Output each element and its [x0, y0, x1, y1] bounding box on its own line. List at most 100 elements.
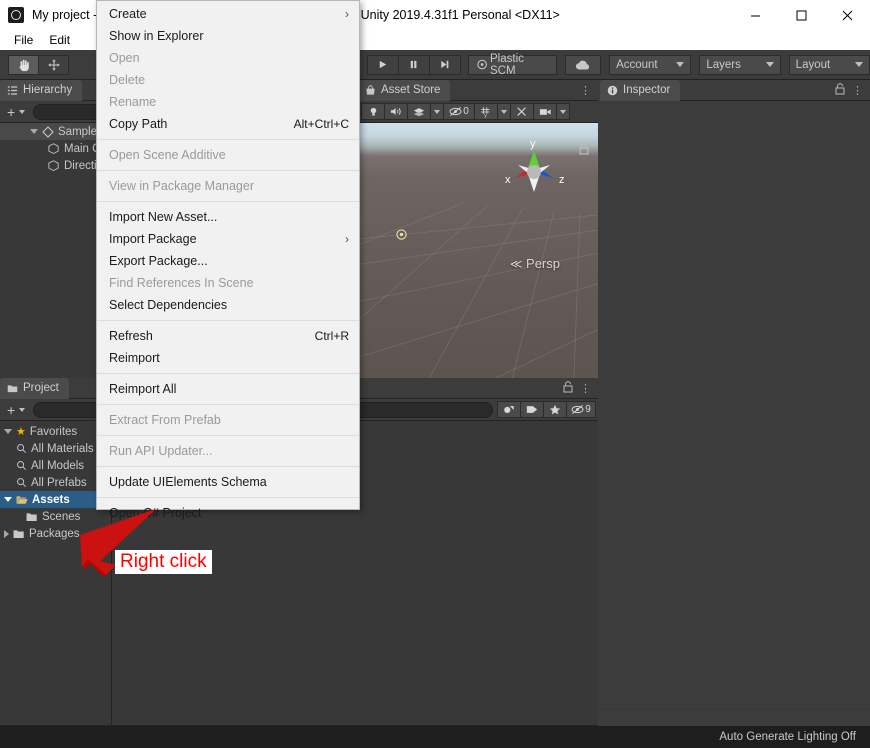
camera-dropdown-icon[interactable] [556, 103, 570, 120]
chevron-down-icon[interactable] [30, 129, 38, 134]
svg-text:y: y [530, 138, 536, 150]
unity-editor-window: My project - SampleScene - PC, Mac & Lin… [0, 0, 870, 748]
camera-icon[interactable] [533, 103, 557, 120]
step-icon[interactable] [428, 54, 461, 75]
chevron-right-icon[interactable] [4, 529, 9, 538]
lock-icon[interactable] [579, 143, 589, 158]
hidden-count-badge[interactable]: 9 [566, 401, 596, 418]
ctx-item-refresh[interactable]: Refresh Ctrl+R [97, 325, 359, 347]
ctx-label: Extract From Prefab [109, 413, 221, 427]
folder-icon [26, 512, 37, 521]
kebab-menu-icon[interactable]: ⋮ [580, 84, 591, 97]
maximize-icon[interactable] [778, 0, 824, 30]
ctx-label: Update UIElements Schema [109, 475, 267, 489]
menu-separator [97, 373, 359, 374]
type-filter-icon[interactable] [497, 401, 521, 418]
ctx-item-delete: Delete [97, 69, 359, 91]
cloud-icon[interactable] [565, 54, 602, 75]
audio-icon[interactable] [384, 103, 408, 120]
ctx-item-copy-path[interactable]: Copy Path Alt+Ctrl+C [97, 113, 359, 135]
pause-icon[interactable] [397, 54, 430, 75]
gameobject-icon [48, 160, 59, 172]
ctx-item-import-new-asset[interactable]: Import New Asset... [97, 206, 359, 228]
favorite-filter-icon[interactable] [543, 401, 567, 418]
menu-separator [97, 139, 359, 140]
tab-hierarchy[interactable]: Hierarchy [0, 79, 83, 101]
menu-file[interactable]: File [6, 30, 41, 50]
grid-dropdown-icon[interactable] [497, 103, 511, 120]
tab-project[interactable]: Project [0, 377, 69, 399]
ctx-label: Create [109, 7, 147, 21]
tree-row-all-prefabs[interactable]: All Prefabs [0, 474, 111, 491]
chevron-down-icon[interactable] [4, 497, 12, 502]
chevron-down-icon[interactable] [4, 429, 12, 434]
tab-hierarchy-label: Hierarchy [23, 84, 73, 96]
perspective-text: Persp [526, 256, 560, 271]
tree-row-all-models[interactable]: All Models [0, 457, 111, 474]
hierarchy-add-button[interactable]: + [3, 104, 29, 120]
move-icon[interactable] [38, 54, 69, 75]
ctx-item-create[interactable]: Create › [97, 3, 359, 25]
scene-viewport[interactable]: y x z ≪ Persp [358, 123, 598, 378]
fx-icon[interactable] [407, 103, 431, 120]
svg-text:x: x [505, 174, 511, 186]
ctx-label: Copy Path [109, 117, 168, 131]
ctx-label: Export Package... [109, 254, 208, 268]
star-icon: ★ [16, 426, 26, 438]
tools-icon[interactable] [510, 103, 534, 120]
tree-row-all-materials[interactable]: All Materials [0, 440, 111, 457]
scene-panel: Asset Store ⋮ 0 y y x z ≪ Persp [358, 79, 598, 378]
ctx-label: Show in Explorer [109, 29, 204, 43]
fx-dropdown-icon[interactable] [430, 103, 444, 120]
layout-dropdown[interactable]: Layout [788, 54, 870, 75]
plastic-scm-button[interactable]: Plastic SCM [467, 53, 558, 77]
gameobject-icon [48, 143, 59, 155]
scene-tabbar: Asset Store ⋮ [358, 79, 598, 101]
minimize-icon[interactable] [732, 0, 778, 30]
project-tab-icons: ⋮ [563, 380, 598, 396]
label-filter-icon[interactable] [520, 401, 544, 418]
ctx-label: Run API Updater... [109, 444, 213, 458]
lock-icon[interactable] [563, 380, 573, 396]
layout-label: Layout [795, 58, 831, 71]
tab-asset-store[interactable]: Asset Store [358, 79, 451, 101]
kebab-menu-icon[interactable]: ⋮ [580, 382, 591, 395]
tab-asset-store-label: Asset Store [381, 84, 441, 96]
menu-separator [97, 435, 359, 436]
tree-row-label: All Prefabs [31, 476, 87, 489]
menu-separator [97, 404, 359, 405]
ctx-label: Delete [109, 73, 146, 87]
ctx-item-reimport-all[interactable]: Reimport All [97, 378, 359, 400]
lock-icon[interactable] [835, 82, 845, 98]
hand-icon[interactable] [8, 54, 39, 75]
ctx-label: Reimport All [109, 382, 177, 396]
folder-icon [13, 529, 24, 538]
lighting-icon[interactable] [361, 103, 385, 120]
account-dropdown[interactable]: Account [609, 54, 692, 75]
ctx-item-import-package[interactable]: Import Package › [97, 228, 359, 250]
ctx-label: View in Package Manager [109, 179, 254, 193]
ctx-item-show-in-explorer[interactable]: Show in Explorer [97, 25, 359, 47]
project-add-button[interactable]: + [3, 402, 29, 418]
ctx-item-export-package[interactable]: Export Package... [97, 250, 359, 272]
close-icon[interactable] [824, 0, 870, 30]
menu-edit[interactable]: Edit [41, 30, 78, 50]
ctx-item-select-dependencies[interactable]: Select Dependencies [97, 294, 359, 316]
status-text: Auto Generate Lighting Off [719, 731, 856, 743]
scene-orientation-gizmo[interactable]: y x z [498, 135, 570, 212]
ctx-label: Refresh [109, 329, 153, 343]
ctx-label: Open Scene Additive [109, 148, 226, 162]
visibility-icon[interactable]: 0 [443, 103, 475, 120]
unity-icon [8, 7, 24, 23]
tree-row-favorites[interactable]: ★ Favorites [0, 423, 111, 440]
kebab-menu-icon[interactable]: ⋮ [852, 84, 863, 97]
tab-inspector[interactable]: Inspector [600, 79, 681, 101]
play-icon[interactable] [367, 54, 399, 75]
gizmos-grid-icon[interactable]: y [474, 103, 498, 120]
ctx-item-reimport[interactable]: Reimport [97, 347, 359, 369]
ctx-item-update-uielements-schema[interactable]: Update UIElements Schema [97, 471, 359, 493]
account-label: Account [616, 58, 658, 71]
layers-dropdown[interactable]: Layers [699, 54, 781, 75]
tree-row-label: All Models [31, 459, 85, 472]
ctx-label: Import Package [109, 232, 197, 246]
